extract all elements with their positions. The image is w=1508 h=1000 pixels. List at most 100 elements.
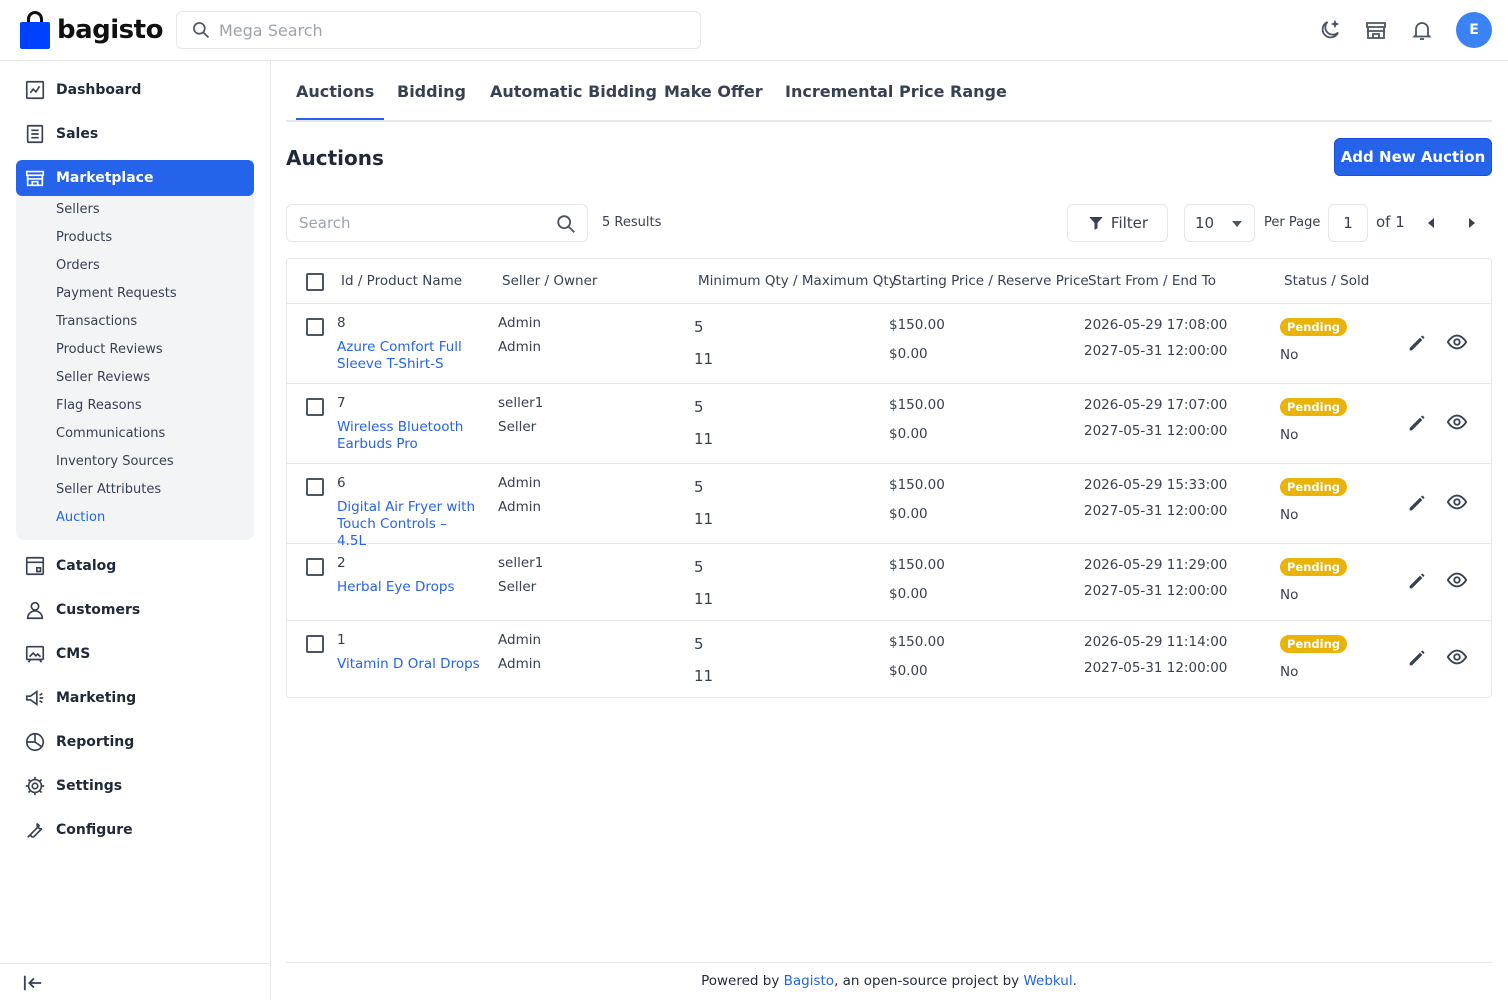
submenu-item-orders[interactable]: Orders (56, 258, 100, 273)
sidebar-item-customers[interactable]: Customers (16, 592, 254, 628)
dark-mode-icon[interactable] (1318, 18, 1342, 42)
auction-id: 2 (337, 555, 346, 571)
prev-page-icon[interactable] (1426, 217, 1436, 229)
max-qty: 11 (694, 430, 714, 448)
current-page-input[interactable]: 1 (1328, 204, 1368, 242)
user-avatar[interactable]: E (1456, 12, 1492, 48)
sales-icon (26, 124, 44, 144)
product-name-link[interactable]: Vitamin D Oral Drops (337, 656, 497, 673)
edit-icon[interactable] (1406, 332, 1428, 354)
seller-name: seller1 (498, 395, 544, 411)
table-search-input[interactable] (299, 214, 539, 232)
settings-icon (25, 776, 45, 796)
top-bar: bagisto E (0, 0, 1508, 61)
marketplace-submenu: Sellers Products Orders Payment Requests… (16, 196, 254, 540)
product-name-link[interactable]: Digital Air Fryer with Touch Controls – … (337, 499, 477, 550)
seller-name: Admin (498, 475, 542, 491)
edit-icon[interactable] (1406, 492, 1428, 514)
submenu-item-product-reviews[interactable]: Product Reviews (56, 342, 163, 357)
reporting-icon (25, 732, 45, 752)
edit-icon[interactable] (1406, 570, 1428, 592)
table-row: 2 Herbal Eye Drops seller1 Seller 5 11 $… (287, 544, 1491, 621)
bagisto-link[interactable]: Bagisto (784, 973, 834, 989)
product-name-link[interactable]: Azure Comfort Full Sleeve T-Shirt-S (337, 339, 477, 373)
collapse-left-icon (23, 975, 42, 991)
auction-id: 6 (337, 475, 346, 491)
table-search-box[interactable] (286, 204, 588, 242)
per-page-select[interactable]: 10 (1184, 204, 1255, 242)
webkul-link[interactable]: Webkul (1023, 973, 1072, 989)
tab-automatic-bidding[interactable]: Automatic Bidding (490, 82, 657, 120)
customers-icon (26, 601, 44, 620)
sidebar-item-marketing[interactable]: Marketing (16, 680, 254, 716)
sidebar-item-configure[interactable]: Configure (16, 812, 254, 848)
sidebar-item-catalog[interactable]: Catalog (16, 548, 254, 584)
max-qty: 11 (694, 510, 714, 528)
row-checkbox[interactable] (306, 558, 324, 576)
view-icon[interactable] (1446, 411, 1468, 433)
row-checkbox[interactable] (306, 635, 324, 653)
sidebar-item-marketplace[interactable]: Marketplace (16, 160, 254, 196)
row-checkbox[interactable] (306, 478, 324, 496)
submenu-item-auction[interactable]: Auction (56, 510, 105, 525)
mega-search-box[interactable] (176, 11, 701, 49)
submenu-item-seller-attributes[interactable]: Seller Attributes (56, 482, 161, 497)
header-status-sold[interactable]: Status / Sold (1284, 273, 1369, 289)
brand-name: bagisto (57, 15, 163, 45)
submenu-item-inventory-sources[interactable]: Inventory Sources (56, 454, 174, 469)
submenu-item-communications[interactable]: Communications (56, 426, 165, 441)
edit-icon[interactable] (1406, 412, 1428, 434)
header-dates[interactable]: Start From / End To (1088, 273, 1216, 289)
reserve-price: $0.00 (889, 426, 928, 442)
view-icon[interactable] (1446, 569, 1468, 591)
view-icon[interactable] (1446, 491, 1468, 513)
sidebar-item-label: Configure (56, 822, 133, 838)
submenu-item-products[interactable]: Products (56, 230, 112, 245)
search-icon[interactable] (555, 213, 577, 235)
owner-type: Seller (498, 419, 537, 435)
row-checkbox[interactable] (306, 318, 324, 336)
submenu-item-transactions[interactable]: Transactions (56, 314, 137, 329)
min-qty: 5 (694, 318, 704, 336)
starting-price: $150.00 (889, 477, 945, 493)
start-date: 2026-05-29 17:07:00 (1084, 397, 1228, 413)
sold-value: No (1280, 664, 1299, 680)
tab-auctions[interactable]: Auctions (296, 82, 385, 120)
submenu-item-sellers[interactable]: Sellers (56, 202, 100, 217)
submenu-item-seller-reviews[interactable]: Seller Reviews (56, 370, 150, 385)
bell-icon[interactable] (1410, 18, 1434, 42)
view-icon[interactable] (1446, 331, 1468, 353)
sidebar-item-settings[interactable]: Settings (16, 768, 254, 804)
sidebar-item-dashboard[interactable]: Dashboard (16, 72, 254, 108)
select-all-checkbox[interactable] (306, 273, 324, 291)
header-qty[interactable]: Minimum Qty / Maximum Qty (698, 273, 897, 289)
storefront-icon[interactable] (1364, 18, 1388, 42)
sidebar-item-reporting[interactable]: Reporting (16, 724, 254, 760)
product-name-link[interactable]: Herbal Eye Drops (337, 579, 477, 596)
row-checkbox[interactable] (306, 398, 324, 416)
next-page-icon[interactable] (1467, 217, 1477, 229)
bagisto-logo[interactable]: bagisto (20, 10, 163, 50)
add-new-auction-button[interactable]: Add New Auction (1334, 138, 1492, 176)
sidebar-item-cms[interactable]: CMS (16, 636, 254, 672)
edit-icon[interactable] (1406, 647, 1428, 669)
starting-price: $150.00 (889, 634, 945, 650)
sold-value: No (1280, 427, 1299, 443)
product-name-link[interactable]: Wireless Bluetooth Earbuds Pro (337, 419, 477, 453)
tab-bidding[interactable]: Bidding (397, 82, 466, 120)
header-price[interactable]: Starting Price / Reserve Price (893, 273, 1089, 289)
filter-button[interactable]: Filter (1067, 204, 1168, 242)
sidebar-collapse-toggle[interactable] (0, 963, 271, 1000)
header-id-product-name[interactable]: Id / Product Name (341, 273, 462, 289)
footer-middle: , an open-source project by (834, 973, 1024, 989)
mega-search-input[interactable] (219, 20, 689, 40)
tab-make-offer[interactable]: Make Offer (664, 82, 763, 120)
min-qty: 5 (694, 398, 704, 416)
view-icon[interactable] (1446, 646, 1468, 668)
submenu-item-flag-reasons[interactable]: Flag Reasons (56, 398, 142, 413)
tab-incremental-price-range[interactable]: Incremental Price Range (785, 82, 1007, 120)
submenu-item-payment-requests[interactable]: Payment Requests (56, 286, 177, 301)
header-seller-owner[interactable]: Seller / Owner (502, 273, 597, 289)
results-count: 5 Results (602, 215, 662, 230)
sidebar-item-sales[interactable]: Sales (16, 116, 254, 152)
